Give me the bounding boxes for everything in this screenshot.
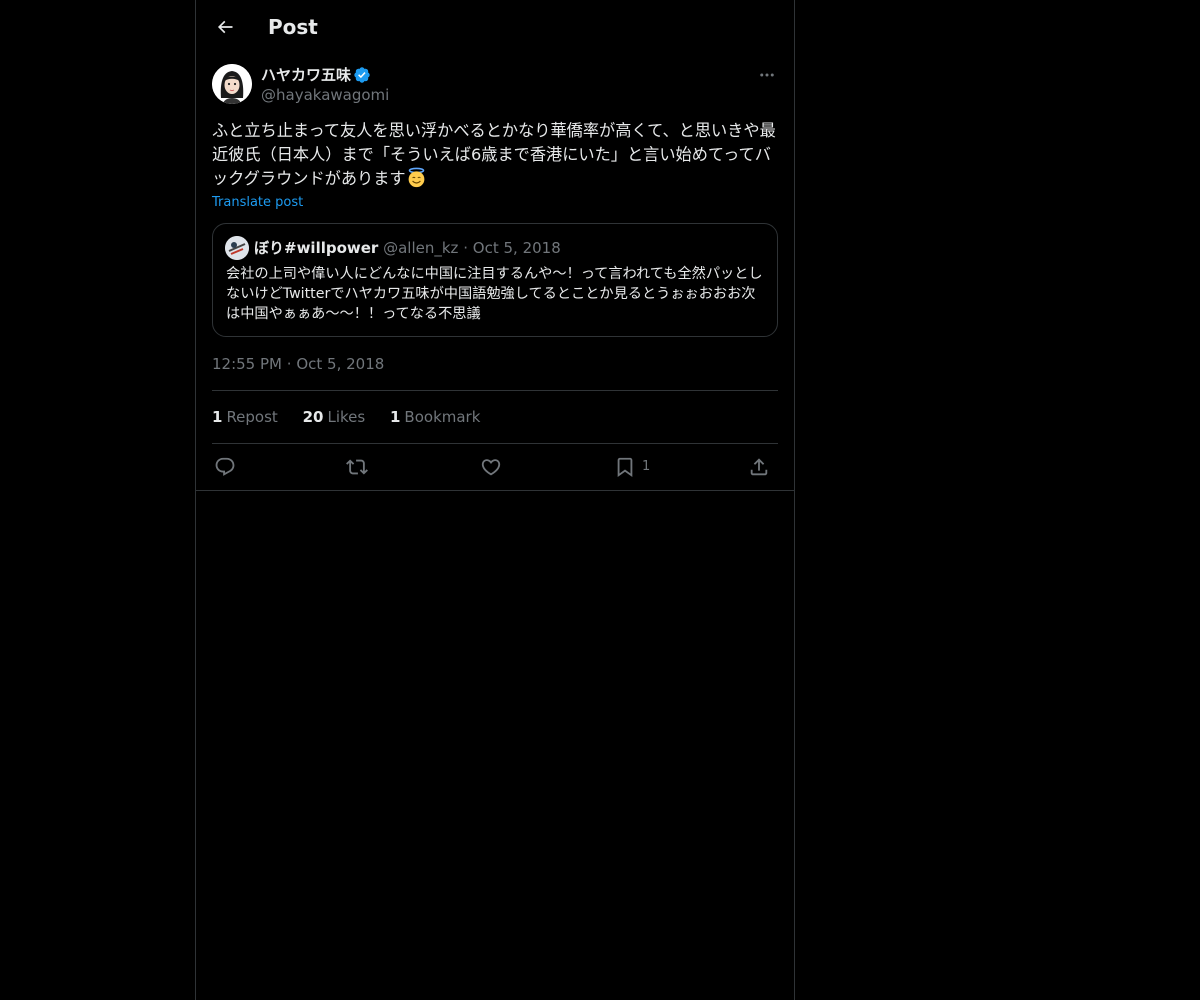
page-header: Post (196, 0, 794, 54)
bookmark-button[interactable]: 1 (614, 455, 650, 479)
reply-button[interactable] (214, 455, 236, 479)
post-body: ふと立ち止まって友人を思い浮かべるとかなり華僑率が高くて、と思いきや最近彼氏（日… (212, 119, 778, 191)
bookmark-count: 1 (642, 459, 651, 474)
reply-icon (215, 457, 235, 476)
share-icon (750, 458, 768, 476)
bookmarks-count: 1 (389, 408, 401, 426)
quoted-post[interactable]: ぼり#willpower @allen_kz · Oct 5, 2018 会社の… (212, 223, 778, 337)
timestamp-separator: · (286, 355, 292, 373)
author-avatar[interactable] (212, 64, 252, 104)
post-actions: 1 (212, 444, 778, 490)
post-stats: 1 Repost 20 Likes 1 Bookmark (212, 407, 500, 427)
translate-post-link[interactable]: Translate post (212, 195, 303, 211)
back-button[interactable] (208, 10, 242, 44)
post-text: ふと立ち止まって友人を思い浮かべるとかなり華僑率が高くて、と思いきや最近彼氏（日… (212, 121, 776, 188)
divider (212, 390, 778, 391)
repost-button[interactable] (346, 455, 368, 479)
likes-label: Likes (327, 408, 366, 426)
repost-icon (346, 459, 368, 475)
quote-display-name: ぼり#willpower (254, 239, 379, 257)
heart-icon (481, 459, 501, 476)
quote-date: Oct 5, 2018 (472, 239, 561, 257)
post-author: ハヤカワ五味 @hayakawagomi (212, 64, 778, 108)
post-detail-column: Post ハヤカワ五味 @hayakawagomi ふと立ち止まって友人を思い浮… (195, 0, 795, 1000)
quote-author-avatar[interactable] (225, 236, 249, 260)
share-button[interactable] (748, 455, 770, 479)
arrow-left-icon (217, 20, 233, 34)
post-date-link[interactable]: Oct 5, 2018 (296, 355, 384, 373)
reposts-count: 1 (212, 408, 223, 426)
post-timestamp: 12:55 PM · Oct 5, 2018 (212, 354, 384, 374)
quote-meta: ぼり#willpower @allen_kz · Oct 5, 2018 (254, 238, 561, 258)
author-display-name[interactable]: ハヤカワ五味 (261, 65, 351, 85)
post-time-link[interactable]: 12:55 PM (212, 355, 282, 373)
smiling-face-with-halo-icon (408, 167, 424, 188)
page-title: Post (268, 15, 318, 39)
author-handle[interactable]: @hayakawagomi (261, 85, 389, 105)
like-button[interactable] (480, 455, 502, 479)
quote-handle: @allen_kz (383, 239, 459, 257)
quote-separator: · (463, 239, 468, 257)
bookmarks-label: Bookmark (404, 408, 481, 426)
reposts-stat[interactable]: 1 Repost (212, 407, 278, 427)
likes-stat[interactable]: 20 Likes (303, 407, 366, 427)
bookmark-icon (617, 457, 633, 478)
reposts-label: Repost (226, 408, 278, 426)
quote-text: 会社の上司や偉い人にどんなに中国に注目するんや〜！って言われても全然パッとしない… (226, 266, 763, 322)
divider (196, 490, 794, 491)
bookmarks-stat[interactable]: 1 Bookmark (390, 407, 480, 427)
likes-count: 20 (302, 408, 324, 426)
more-options-button[interactable] (756, 64, 778, 86)
more-horizontal-icon (760, 73, 774, 77)
verified-badge-icon (354, 67, 370, 83)
